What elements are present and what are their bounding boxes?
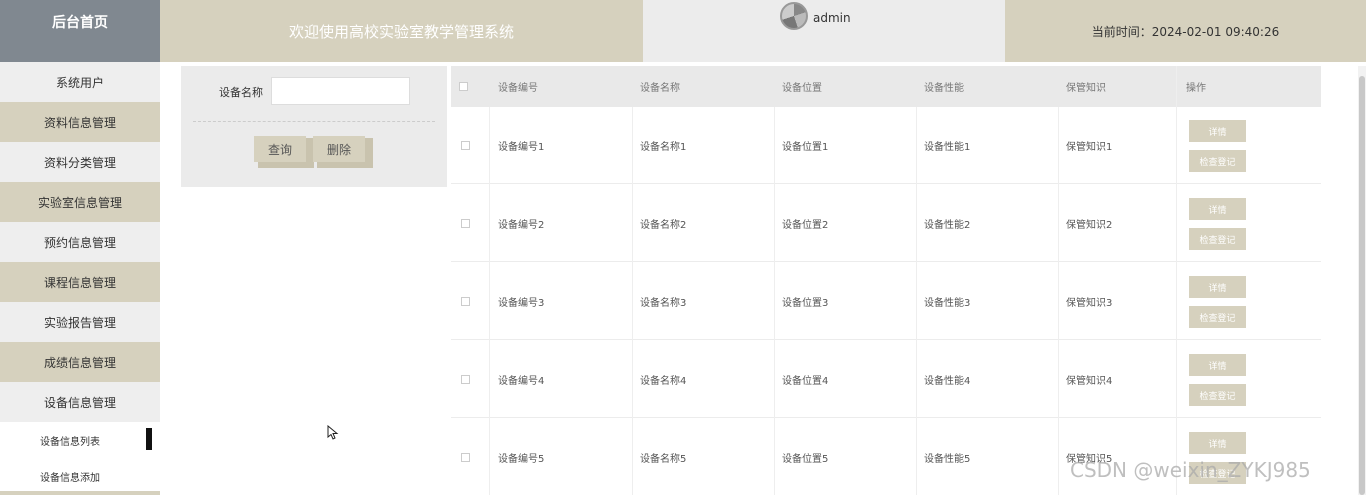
table-row: 设备编号1 设备名称1 设备位置1 设备性能1 保管知识1 详情检查登记 <box>451 107 1321 184</box>
cell-performance: 设备性能2 <box>924 220 971 231</box>
user-panel: admin <box>643 0 1005 62</box>
sidebar-item[interactable]: 课程信息管理 <box>0 262 160 302</box>
column-divider <box>916 107 917 495</box>
cell-code: 设备编号5 <box>498 454 545 465</box>
sidebar-submenu: 设备信息列表 设备信息添加 <box>0 422 160 494</box>
column-header-location: 设备位置 <box>782 83 822 94</box>
watermark-text: CSDN @weixin_ZYKJ985 <box>1070 458 1311 482</box>
cell-location: 设备位置3 <box>782 298 829 309</box>
column-divider <box>1058 107 1059 495</box>
row-checkbox[interactable] <box>461 375 470 384</box>
cell-code: 设备编号1 <box>498 142 545 153</box>
detail-button[interactable]: 详情 <box>1189 354 1246 376</box>
sidebar-item[interactable]: 实验室信息管理 <box>0 182 160 222</box>
column-divider <box>489 107 490 495</box>
check-register-button[interactable]: 检查登记 <box>1189 150 1246 172</box>
cell-knowledge: 保管知识3 <box>1066 298 1113 309</box>
check-register-button[interactable]: 检查登记 <box>1189 384 1246 406</box>
cell-name: 设备名称5 <box>640 454 687 465</box>
cell-location: 设备位置1 <box>782 142 829 153</box>
cell-knowledge: 保管知识4 <box>1066 376 1113 387</box>
row-checkbox[interactable] <box>461 141 470 150</box>
row-checkbox[interactable] <box>461 219 470 228</box>
cell-knowledge: 保管知识5 <box>1066 454 1113 465</box>
current-time: 当前时间：2024-02-01 09:40:26 <box>1005 0 1366 62</box>
check-register-button[interactable]: 检查登记 <box>1189 306 1246 328</box>
column-divider <box>1176 66 1177 495</box>
sidebar-item[interactable]: 资料信息管理 <box>0 102 160 142</box>
table-row: 设备编号5 设备名称5 设备位置5 设备性能5 保管知识5 详情 检查登记 <box>451 419 1321 495</box>
device-table: 设备编号 设备名称 设备位置 设备性能 保管知识 操作 设备编号1 设备名称1 设备… <box>451 66 1321 495</box>
cell-name: 设备名称2 <box>640 220 687 231</box>
cell-code: 设备编号4 <box>498 376 545 387</box>
detail-button[interactable]: 详情 <box>1189 198 1246 220</box>
column-header-code: 设备编号 <box>498 83 538 94</box>
sidebar-subitem-label: 设备信息添加 <box>40 472 100 484</box>
sidebar-item[interactable]: 实验报告管理 <box>0 302 160 342</box>
search-label: 设备名称 <box>219 86 263 99</box>
detail-button[interactable]: 详情 <box>1189 120 1246 142</box>
table-row: 设备编号3 设备名称3 设备位置3 设备性能3 保管知识3 详情检查登记 <box>451 263 1321 340</box>
check-register-button[interactable]: 检查登记 <box>1189 228 1246 250</box>
sidebar-item[interactable]: 预约信息管理 <box>0 222 160 262</box>
username-label: admin <box>813 11 851 25</box>
detail-button[interactable]: 详情 <box>1189 276 1246 298</box>
sidebar-item[interactable]: 成绩信息管理 <box>0 342 160 382</box>
sidebar-subitem[interactable]: 设备信息列表 <box>0 422 160 458</box>
device-name-input[interactable] <box>271 77 410 105</box>
active-indicator <box>146 428 152 450</box>
column-divider <box>774 107 775 495</box>
sidebar: 系统用户 资料信息管理 资料分类管理 实验室信息管理 预约信息管理 课程信息管理 实验报告管… <box>0 62 160 495</box>
row-checkbox[interactable] <box>461 453 470 462</box>
table-row: 设备编号2 设备名称2 设备位置2 设备性能2 保管知识2 详情检查登记 <box>451 185 1321 262</box>
cell-performance: 设备性能1 <box>924 142 971 153</box>
select-all-checkbox[interactable] <box>459 82 468 91</box>
sidebar-next-item-edge <box>0 491 160 495</box>
brand-home-link[interactable]: 后台首页 <box>0 0 160 62</box>
column-header-actions: 操作 <box>1186 83 1206 94</box>
sidebar-subitem-label: 设备信息列表 <box>40 436 100 448</box>
sidebar-item[interactable]: 资料分类管理 <box>0 142 160 182</box>
delete-button[interactable]: 删除 <box>313 136 365 162</box>
detail-button[interactable]: 详情 <box>1189 432 1246 454</box>
table-header: 设备编号 设备名称 设备位置 设备性能 保管知识 操作 <box>451 66 1321 107</box>
search-panel: 设备名称 查询 删除 <box>181 66 447 187</box>
row-checkbox[interactable] <box>461 297 470 306</box>
scrollbar-thumb[interactable] <box>1359 76 1365 495</box>
cell-location: 设备位置2 <box>782 220 829 231</box>
cell-location: 设备位置5 <box>782 454 829 465</box>
avatar-icon[interactable] <box>780 2 808 30</box>
mouse-cursor-icon <box>327 425 339 440</box>
cell-code: 设备编号3 <box>498 298 545 309</box>
column-divider <box>632 107 633 495</box>
table-row: 设备编号4 设备名称4 设备位置4 设备性能4 保管知识4 详情检查登记 <box>451 341 1321 418</box>
cell-knowledge: 保管知识1 <box>1066 142 1113 153</box>
column-header-performance: 设备性能 <box>924 83 964 94</box>
cell-name: 设备名称4 <box>640 376 687 387</box>
sidebar-item[interactable]: 系统用户 <box>0 62 160 102</box>
divider <box>193 121 435 122</box>
cell-code: 设备编号2 <box>498 220 545 231</box>
cell-knowledge: 保管知识2 <box>1066 220 1113 231</box>
cell-name: 设备名称1 <box>640 142 687 153</box>
sidebar-subitem[interactable]: 设备信息添加 <box>0 458 160 494</box>
column-header-knowledge: 保管知识 <box>1066 83 1106 94</box>
sidebar-menu: 系统用户 资料信息管理 资料分类管理 实验室信息管理 预约信息管理 课程信息管理 实验报告管… <box>0 62 160 422</box>
cell-performance: 设备性能4 <box>924 376 971 387</box>
cell-performance: 设备性能5 <box>924 454 971 465</box>
query-button[interactable]: 查询 <box>254 136 306 162</box>
page-title: 欢迎使用高校实验室教学管理系统 <box>160 0 643 62</box>
cell-performance: 设备性能3 <box>924 298 971 309</box>
cell-location: 设备位置4 <box>782 376 829 387</box>
sidebar-item[interactable]: 设备信息管理 <box>0 382 160 422</box>
column-header-name: 设备名称 <box>640 83 680 94</box>
vertical-scrollbar[interactable] <box>1358 66 1366 495</box>
cell-name: 设备名称3 <box>640 298 687 309</box>
